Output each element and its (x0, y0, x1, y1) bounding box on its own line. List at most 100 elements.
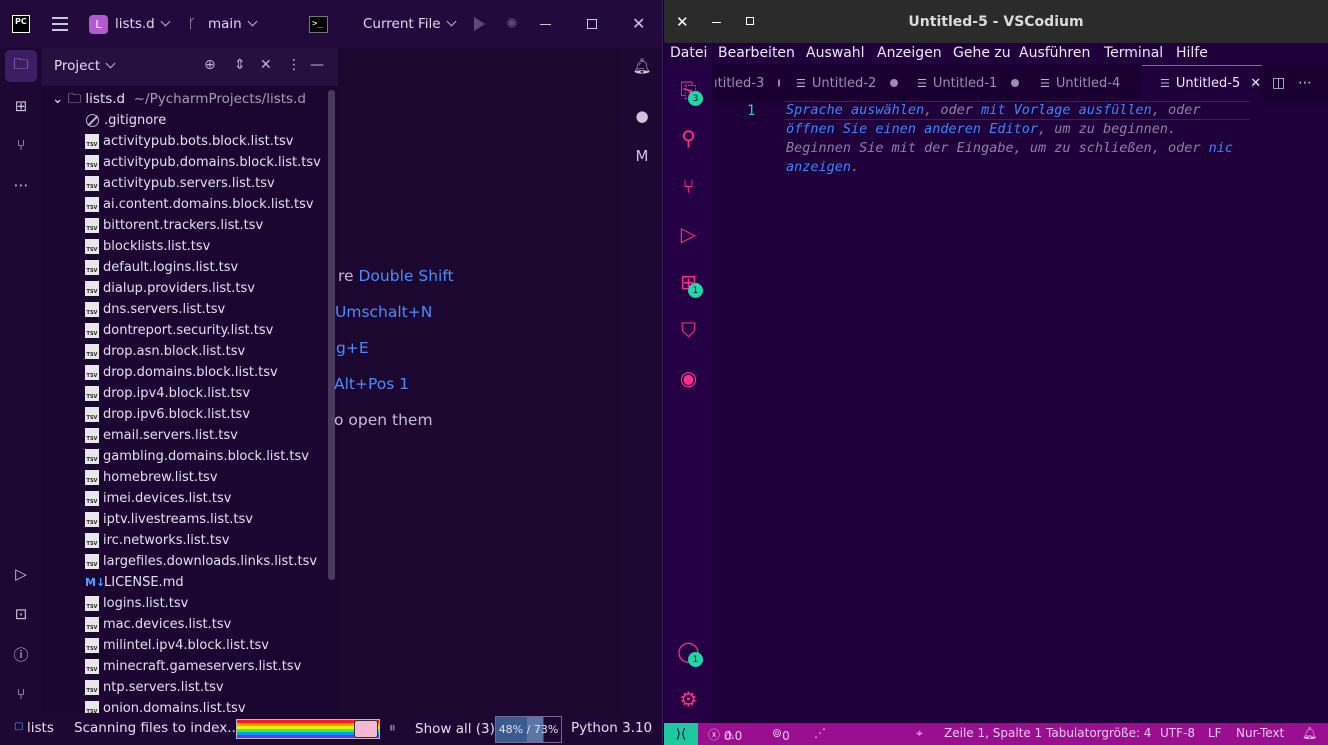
split-editor-icon[interactable]: ◫ (1272, 75, 1285, 91)
close-button[interactable]: ✕ (632, 14, 645, 33)
tree-file-item[interactable]: TSV default.logins.list.tsv (85, 257, 238, 278)
menu-run[interactable]: Ausführen (1019, 45, 1090, 61)
tree-file-item[interactable]: TSV mac.devices.list.tsv (85, 614, 231, 635)
tree-file-item[interactable]: TSV minecraft.gameservers.list.tsv (85, 656, 301, 677)
editor-hint-link[interactable]: nic (1209, 140, 1233, 156)
tree-file-item[interactable]: TSV milintel.ipv4.block.list.tsv (85, 635, 269, 656)
location-icon[interactable]: ⌖ (916, 726, 923, 741)
menu-go[interactable]: Gehe zu (953, 45, 1011, 61)
tree-file-item[interactable]: M↓ LICENSE.md (85, 572, 184, 593)
maximize-button[interactable] (587, 19, 597, 29)
tree-file-item[interactable]: TSV dialup.providers.list.tsv (85, 278, 255, 299)
tree-file-item[interactable]: TSV blocklists.list.tsv (85, 236, 210, 257)
problems-indicator[interactable]: ⓧ 0 ⚠ 0 (708, 726, 742, 743)
tab-close-icon[interactable]: ✕ (1250, 76, 1261, 91)
editor-hint-link[interactable]: Sprache auswählen (786, 102, 924, 118)
options-icon[interactable]: ⋮ (287, 57, 301, 73)
language-mode[interactable]: Nur-Text (1236, 726, 1284, 740)
editor-hint-link[interactable]: anzeigen (786, 159, 851, 175)
tree-file-item[interactable]: TSV iptv.livestreams.list.tsv (85, 509, 253, 530)
gitlab-icon[interactable]: ⛉ (676, 317, 701, 342)
tab-untitled-5[interactable]: ☰ Untitled-5 ✕ (1142, 65, 1262, 101)
tab-untitled-2[interactable]: ☰ Untitled-2 (780, 65, 900, 101)
terminal-tool-icon[interactable]: ⊡ (11, 604, 31, 624)
minimize-button[interactable] (540, 24, 551, 25)
text-editor[interactable]: 1 Sprache auswählen, oder mit Vorlage au… (712, 101, 1328, 723)
project-view-selector[interactable]: Project (54, 58, 116, 74)
editor-hint-link[interactable]: öffnen Sie einen anderen Editor (786, 121, 1038, 137)
project-scrollbar[interactable] (328, 90, 335, 580)
tree-file-item[interactable]: TSV ai.content.domains.block.list.tsv (85, 194, 314, 215)
menu-help[interactable]: Hilfe (1176, 45, 1208, 61)
tree-file-item[interactable]: TSV gambling.domains.block.list.tsv (85, 446, 309, 467)
tree-file-item[interactable]: TSV activitypub.bots.block.list.tsv (85, 131, 293, 152)
structure-icon[interactable]: ⊞ (11, 96, 31, 116)
memory-indicator[interactable]: 48% / 73% (495, 716, 562, 743)
github-icon[interactable]: ● (632, 106, 652, 126)
run-icon[interactable] (474, 17, 485, 31)
tree-file-item[interactable]: TSV largefiles.downloads.links.list.tsv (85, 551, 317, 572)
collapse-all-icon[interactable]: ✕ (260, 57, 272, 73)
problems-icon[interactable]: ⓘ (11, 644, 31, 664)
branch-switcher[interactable]: main (208, 16, 258, 32)
tree-file-item[interactable]: TSV activitypub.servers.list.tsv (85, 173, 275, 194)
cursor-position[interactable]: Zeile 1, Spalte 1 (944, 726, 1042, 740)
hamburger-menu-icon[interactable] (52, 17, 68, 31)
tree-file-item[interactable]: .gitignore (85, 110, 166, 131)
settings-gear-icon[interactable]: ⚙ (676, 686, 701, 711)
project-badge[interactable]: L (89, 15, 108, 34)
notifications-bell-icon[interactable]: 🔔︎ (1302, 726, 1317, 740)
show-all-tasks[interactable]: Show all (3) (415, 721, 495, 737)
git-tool-icon[interactable]: ⑂ (11, 684, 31, 704)
tree-file-item[interactable]: TSV logins.list.tsv (85, 593, 188, 614)
tree-file-item[interactable]: TSV drop.ipv4.block.list.tsv (85, 383, 250, 404)
gmail-icon[interactable]: M (632, 146, 652, 166)
tab-untitled-1[interactable]: ☰ Untitled-1 (900, 65, 1022, 101)
tree-file-item[interactable]: TSV ntp.servers.list.tsv (85, 677, 224, 698)
more-actions-icon[interactable]: ⋯ (1298, 75, 1312, 91)
run-config-selector[interactable]: Current File (363, 16, 457, 32)
menu-edit[interactable]: Bearbeiten (718, 45, 795, 61)
end-of-line[interactable]: LF (1208, 726, 1222, 740)
hide-panel-icon[interactable]: — (310, 57, 324, 73)
tree-file-item[interactable]: TSV drop.asn.block.list.tsv (85, 341, 245, 362)
run-debug-icon[interactable]: ▷ (676, 221, 701, 246)
menu-terminal[interactable]: Terminal (1104, 45, 1163, 61)
tree-file-item[interactable]: TSV drop.domains.block.list.tsv (85, 362, 278, 383)
tree-root[interactable]: ⌄ 🗀 lists.d ~/PycharmProjects/lists.d (52, 89, 306, 112)
remote-indicator[interactable]: ⟩⟨ (664, 723, 698, 745)
search-icon[interactable]: ⚲ (676, 125, 701, 150)
status-breadcrumb[interactable]: lists (27, 720, 54, 736)
tree-file-item[interactable]: TSV email.servers.list.tsv (85, 425, 238, 446)
tree-file-item[interactable]: TSV homebrew.list.tsv (85, 467, 218, 488)
tree-file-item[interactable]: TSV irc.networks.list.tsv (85, 530, 229, 551)
tree-file-item[interactable]: TSV drop.ipv6.block.list.tsv (85, 404, 250, 425)
ports-indicator[interactable]: ⊚ 0 (772, 726, 790, 743)
locate-file-icon[interactable]: ⊕ (204, 57, 216, 73)
project-switcher[interactable]: lists.d (115, 16, 171, 32)
editor-hint-link[interactable]: mit Vorlage ausfüllen (981, 102, 1152, 118)
encoding[interactable]: UTF-8 (1160, 726, 1195, 740)
project-folder-icon[interactable]: 🗀 (5, 50, 37, 82)
tree-file-item[interactable]: TSV dontreport.security.list.tsv (85, 320, 273, 341)
menu-selection[interactable]: Auswahl (806, 45, 865, 61)
tab-untitled-4[interactable]: ☰ Untitled-4 (1022, 65, 1142, 101)
notifications-bell-icon[interactable]: 🔔︎ (632, 56, 652, 76)
python-interpreter[interactable]: Python 3.10 (571, 720, 652, 736)
github-icon[interactable]: ◉ (676, 365, 701, 390)
menu-view[interactable]: Anzeigen (877, 45, 942, 61)
tree-file-item[interactable]: TSV activitypub.domains.block.list.tsv (85, 152, 321, 173)
run-tool-icon[interactable]: ▷ (11, 564, 31, 584)
tab-untitled-3[interactable]: ıtitled-3 (712, 65, 780, 101)
debug-icon[interactable]: ✺ (506, 16, 518, 32)
expand-all-icon[interactable]: ⇕ (234, 57, 246, 73)
source-control-icon[interactable]: ⑂ (676, 173, 701, 198)
tree-file-item[interactable]: TSV imei.devices.list.tsv (85, 488, 231, 509)
tree-file-item[interactable]: TSV bittorent.trackers.list.tsv (85, 215, 263, 236)
tab-size[interactable]: Tabulatorgröße: 4 (1046, 726, 1151, 740)
terminal-icon[interactable]: >_ (309, 16, 328, 33)
git-commit-icon[interactable]: ⑂ (11, 135, 31, 155)
tree-file-item[interactable]: TSV dns.servers.list.tsv (85, 299, 225, 320)
menu-file[interactable]: Datei (670, 45, 707, 61)
live-share-icon[interactable]: ⋰ (814, 726, 826, 740)
